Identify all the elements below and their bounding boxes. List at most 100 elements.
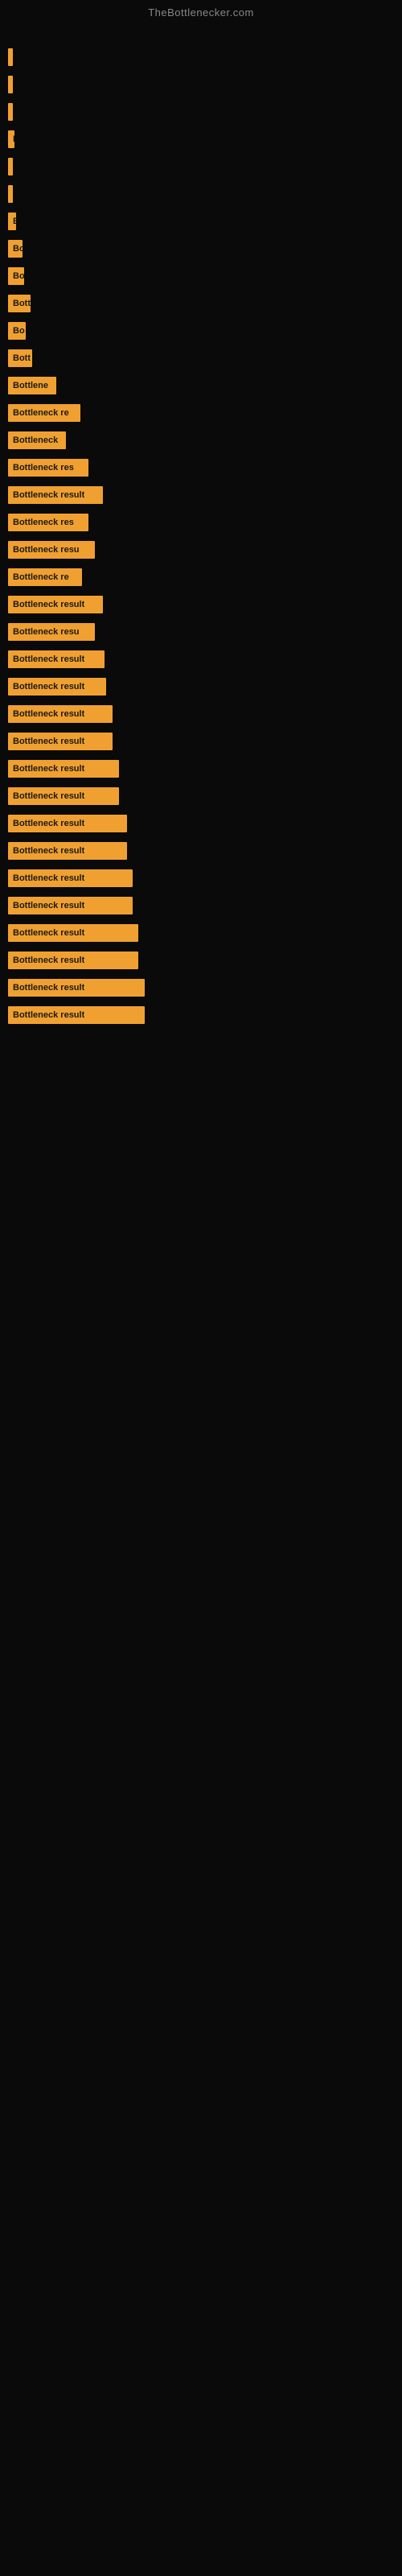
bar-row: Bottleneck result: [8, 894, 394, 917]
bar-item: Bottleneck result: [8, 869, 133, 887]
bar-row: Bottleneck resu: [8, 621, 394, 643]
bar-label: Bott: [13, 299, 31, 308]
bar-item: Bott: [8, 295, 31, 312]
bar-row: Bottleneck result: [8, 730, 394, 753]
bar-label: Bott: [13, 353, 31, 363]
bar-item: Bottleneck resu: [8, 623, 95, 641]
bar-label: Bo: [13, 244, 23, 254]
bar-row: Bottleneck result: [8, 840, 394, 862]
bar-row: Bottleneck result: [8, 949, 394, 972]
bar-row: Bottleneck result: [8, 484, 394, 506]
bar-item: Bottleneck result: [8, 952, 138, 969]
bar-label: B: [13, 134, 14, 144]
bar-item: Bottleneck result: [8, 979, 145, 997]
bar-label: Bottleneck resu: [13, 545, 80, 555]
bar-item: Bottleneck: [8, 431, 66, 449]
bar-item: |: [8, 185, 13, 203]
bar-row: |: [8, 46, 394, 68]
bar-item: B: [8, 213, 16, 230]
bar-item: |: [8, 76, 13, 93]
bar-item: Bottleneck result: [8, 1006, 145, 1024]
bar-item: Bottleneck result: [8, 486, 103, 504]
bar-item: Bottleneck result: [8, 705, 113, 723]
bar-item: Bo: [8, 267, 24, 285]
bar-item: B: [8, 130, 14, 148]
bar-label: Bottleneck result: [13, 737, 84, 746]
bar-row: Bottleneck result: [8, 812, 394, 835]
bar-row: Bottleneck: [8, 429, 394, 452]
bar-row: Bottleneck result: [8, 1004, 394, 1026]
bar-row: |: [8, 183, 394, 205]
bar-label: Bottleneck result: [13, 873, 84, 883]
bar-label: Bottleneck res: [13, 518, 74, 527]
bars-container: | | | B | | B Bo Bo Bott Bo Bott Bottlene Bottleneck …: [0, 22, 402, 1039]
bar-row: B: [8, 128, 394, 151]
bar-item: Bottleneck result: [8, 924, 138, 942]
bar-item: Bottleneck result: [8, 596, 103, 613]
bar-item: Bottleneck result: [8, 733, 113, 750]
bar-label: Bottleneck res: [13, 463, 74, 473]
bar-row: Bottlene: [8, 374, 394, 397]
bar-row: Bo: [8, 237, 394, 260]
bar-label: Bo: [13, 326, 25, 336]
bar-label: Bottleneck result: [13, 1010, 84, 1020]
bar-label: Bottleneck result: [13, 983, 84, 993]
bar-row: Bottleneck res: [8, 456, 394, 479]
bar-row: Bottleneck result: [8, 593, 394, 616]
bar-item: Bottleneck result: [8, 897, 133, 914]
bar-item: Bottleneck result: [8, 760, 119, 778]
bar-item: Bottleneck res: [8, 514, 88, 531]
bar-label: Bottleneck result: [13, 764, 84, 774]
bar-label: Bottleneck result: [13, 901, 84, 910]
bar-row: Bo: [8, 265, 394, 287]
bar-item: Bott: [8, 349, 32, 367]
bar-row: B: [8, 210, 394, 233]
bar-label: Bottleneck re: [13, 408, 69, 418]
bar-label: Bottleneck result: [13, 654, 84, 664]
bar-row: Bott: [8, 347, 394, 369]
bar-row: Bottleneck re: [8, 402, 394, 424]
site-title: TheBottlenecker.com: [0, 0, 402, 22]
bar-item: Bo: [8, 240, 23, 258]
bar-row: Bottleneck result: [8, 922, 394, 944]
bar-label: Bottlene: [13, 381, 48, 390]
bar-label: Bottleneck result: [13, 791, 84, 801]
bar-label: Bottleneck resu: [13, 627, 80, 637]
bar-label: Bottleneck result: [13, 490, 84, 500]
bar-item: Bo: [8, 322, 26, 340]
bar-row: Bottleneck result: [8, 867, 394, 890]
bar-label: Bottleneck re: [13, 572, 69, 582]
bar-row: Bottleneck result: [8, 976, 394, 999]
bar-label: Bottleneck result: [13, 682, 84, 691]
bar-row: |: [8, 155, 394, 178]
bar-item: Bottlene: [8, 377, 56, 394]
bar-item: Bottleneck resu: [8, 541, 95, 559]
bar-row: |: [8, 73, 394, 96]
bar-item: |: [8, 103, 13, 121]
bar-row: Bottleneck re: [8, 566, 394, 588]
bar-label: Bottleneck result: [13, 956, 84, 965]
bar-row: Bottleneck result: [8, 703, 394, 725]
bar-label: Bottleneck result: [13, 819, 84, 828]
bar-label: Bottleneck result: [13, 928, 84, 938]
bar-item: Bottleneck re: [8, 404, 80, 422]
bar-label: B: [13, 217, 16, 226]
bar-row: |: [8, 101, 394, 123]
bar-item: Bottleneck result: [8, 650, 105, 668]
bar-row: Bottleneck result: [8, 785, 394, 807]
bar-item: Bottleneck re: [8, 568, 82, 586]
bar-row: Bott: [8, 292, 394, 315]
bar-label: Bottleneck result: [13, 709, 84, 719]
bar-label: Bottleneck: [13, 436, 58, 445]
bar-row: Bottleneck result: [8, 758, 394, 780]
bar-item: Bottleneck res: [8, 459, 88, 477]
bar-row: Bottleneck result: [8, 648, 394, 671]
bar-item: |: [8, 158, 13, 175]
bar-row: Bottleneck result: [8, 675, 394, 698]
bar-item: Bottleneck result: [8, 815, 127, 832]
bar-item: Bottleneck result: [8, 678, 106, 696]
bar-row: Bo: [8, 320, 394, 342]
bar-row: Bottleneck resu: [8, 539, 394, 561]
bar-item: Bottleneck result: [8, 787, 119, 805]
bar-label: Bottleneck result: [13, 600, 84, 609]
